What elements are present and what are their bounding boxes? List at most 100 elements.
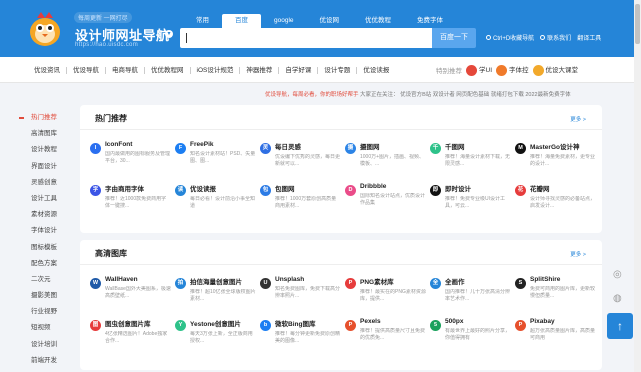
site-card[interactable]: D Dribbble 国际知名设计站点，优质设计作品集 (345, 183, 430, 215)
brand-link-font[interactable]: 字体控 (496, 64, 529, 76)
site-name[interactable]: 即时设计 (445, 183, 511, 193)
site-card[interactable]: P Pixabay 超万张高质量图片库，高质量可商用 (515, 318, 600, 350)
site-name[interactable]: 全画作 (445, 276, 511, 286)
site-card[interactable]: 摄摄图网 1000万+图片，插画、视频、模板、... (345, 141, 430, 173)
site-name[interactable]: FreePik (190, 141, 256, 148)
sidebar-item-ui[interactable]: 界面设计 (24, 159, 76, 175)
site-card[interactable]: 花花瓣网 设计师寻找灵感的必备站点，启发设计... (515, 183, 600, 215)
site-name[interactable]: MasterGo设计神 (530, 141, 596, 151)
site-name[interactable]: 拍信海量创意图片 (190, 276, 256, 286)
translate-link[interactable]: 翻译工具 (577, 33, 601, 42)
site-name[interactable]: IconFont (105, 141, 171, 148)
back-to-top-button[interactable]: ↑ (607, 313, 633, 339)
bookmark-link[interactable]: Ctrl+D收藏导航 (486, 33, 534, 42)
brand-link-class[interactable]: 优设大课堂 (532, 64, 578, 76)
site-logo-icon: Y (175, 320, 186, 331)
nav-item-ecommerce[interactable]: 电商导航 (106, 66, 145, 74)
tab-baidu[interactable]: 百度 (222, 14, 261, 28)
site-card[interactable]: M MasterGo设计神 推荐！海量免费素材，更专业的设计... (515, 141, 600, 173)
site-name[interactable]: 微软Bing图库 (275, 318, 341, 328)
site-name[interactable]: Pixabay (530, 318, 596, 325)
contact-link[interactable]: 联系我们 (540, 33, 571, 42)
tab-free-fonts[interactable]: 免费字体 (404, 14, 456, 28)
site-card[interactable]: P PNG素材库 推荐！最实在的PNG素材资源库，提供... (345, 276, 430, 308)
tab-google[interactable]: google (261, 14, 307, 28)
sidebar-item-colors[interactable]: 配色方案 (24, 256, 76, 272)
site-card[interactable]: 包包图网 推荐！1000万套原创高质量商用素材... (260, 183, 345, 215)
site-card[interactable]: 字字由商用字体 推荐！近1000款免费商用字体一键搜... (90, 183, 175, 215)
sidebar-item-industry[interactable]: 行业视野 (24, 304, 76, 320)
chevron-down-icon[interactable]: ▾ (165, 30, 173, 38)
nav-item-tools[interactable]: 神器推荐 (240, 66, 280, 74)
notice-links[interactable]: 大家正在关注： 优设官方B站 双设计者 网页配色基础 就绪打包下载 2022最新… (360, 92, 571, 98)
nav-item-topics[interactable]: 设计专题 (318, 66, 358, 74)
sidebar-item-icons[interactable]: 图标模板 (24, 240, 76, 256)
site-name[interactable]: Unsplash (275, 276, 341, 283)
site-name[interactable]: WallHaven (105, 276, 171, 283)
brand-link-ui[interactable]: 学UI (466, 64, 492, 76)
site-card[interactable]: U Unsplash 知名免费图库，免费下载高分辨率照片... (260, 276, 345, 308)
site-card[interactable]: 即即时设计 推荐！免费专业级UI设计工具，可云... (430, 183, 515, 215)
sidebar-item-anime[interactable]: 二次元 (24, 272, 76, 288)
tab-youyou[interactable]: 优优教程 (352, 14, 404, 28)
sidebar-item-video[interactable]: 短视频 (24, 320, 76, 336)
tab-uisdc[interactable]: 优设网 (307, 14, 353, 28)
sidebar-item-training[interactable]: 设计培训 (24, 337, 76, 353)
mascot-logo-icon[interactable] (27, 10, 63, 48)
tab-common[interactable]: 常用 (183, 14, 222, 28)
site-card[interactable]: I IconFont 国内最做用的图标服务及管理平台，30... (90, 141, 175, 173)
scrollbar-thumb[interactable] (635, 4, 640, 44)
site-name[interactable]: Pexels (360, 318, 426, 325)
site-name[interactable]: 图虫创意图片库 (105, 318, 171, 328)
sidebar-item-photos[interactable]: 高清图库 (24, 126, 76, 142)
nav-item-ios[interactable]: iOS设计规范 (191, 66, 241, 74)
sidebar-item-photography[interactable]: 摄影美图 (24, 288, 76, 304)
nav-item-tutorials[interactable]: 优优教程网 (145, 66, 191, 74)
site-name[interactable]: 包图网 (275, 183, 341, 193)
site-card[interactable]: P Pexels 推荐！提供高质量尺寸且免费的优质免... (345, 318, 430, 350)
site-description: 国际知名设计站点，优质设计作品集 (360, 193, 426, 206)
nav-item-nav[interactable]: 优设导航 (67, 66, 106, 74)
site-card[interactable]: F FreePik 知名设计素材站！PSD、矢量图、图... (175, 141, 260, 173)
site-card[interactable]: 图图虫创意图片库 4亿张精选图片！Adobe独家合作... (90, 318, 175, 350)
weibo-icon[interactable]: ◎ (613, 269, 622, 280)
site-name[interactable]: 500px (445, 318, 511, 325)
sidebar-item-fonts[interactable]: 字体设计 (24, 223, 76, 239)
sidebar-item-tools[interactable]: 设计工具 (24, 191, 76, 207)
sidebar-item-hot[interactable]: 热门推荐 (19, 110, 76, 126)
nav-item-courses[interactable]: 自学好课 (279, 66, 319, 74)
site-name[interactable]: 字由商用字体 (105, 183, 171, 193)
wechat-icon[interactable]: ◍ (613, 293, 622, 304)
site-card[interactable]: 灵每日灵感 优设编下优秀的灵感，每日更新就可以... (260, 141, 345, 173)
site-name[interactable]: 摄图网 (360, 141, 426, 151)
notice-highlight[interactable]: 优设导航，每周必看，你的职场好帮手 (265, 92, 359, 98)
site-card[interactable]: 千千图网 推荐！海量设计素材下载，无限灵感... (430, 141, 515, 173)
nav-item-reading[interactable]: 优设读报 (357, 67, 395, 74)
site-name[interactable]: 千图网 (445, 141, 511, 151)
site-name[interactable]: 每日灵感 (275, 141, 341, 151)
search-input[interactable] (180, 28, 436, 48)
site-name[interactable]: Dribbble (360, 183, 426, 190)
more-link[interactable]: 更多 > (570, 115, 586, 123)
site-name[interactable]: SplitShire (530, 276, 596, 283)
site-card[interactable]: S SplitShire 免费可商用的图片库，更新较慢但质量... (515, 276, 600, 308)
sidebar-item-inspiration[interactable]: 灵感创意 (24, 175, 76, 191)
site-card[interactable]: 拍拍信海量创意图片 推荐！超10亿张全球版权图片素材... (175, 276, 260, 308)
site-name[interactable]: 优设读报 (190, 183, 256, 193)
site-card[interactable]: W WallHaven WallBase国外大美图系，极速高质壁纸... (90, 276, 175, 308)
nav-item-news[interactable]: 优设资讯 (28, 66, 67, 74)
site-card[interactable]: Y Yestone创意图片 每天3万张上新，全正版商用授权... (175, 318, 260, 350)
site-card[interactable]: 全全画作 国内推荐！几十万张高清分辨率艺术作... (430, 276, 515, 308)
sidebar-item-frontend[interactable]: 前端开发 (24, 353, 76, 369)
site-card[interactable]: 读优设读报 每日必看！设计前沿小事全知道 (175, 183, 260, 215)
more-link[interactable]: 更多 > (570, 250, 586, 258)
site-card[interactable]: 5 500px 有最世界上最好的照片分享，你值得拥有 (430, 318, 515, 350)
sidebar-item-assets[interactable]: 素材资源 (24, 207, 76, 223)
site-name[interactable]: 花瓣网 (530, 183, 596, 193)
search-button[interactable]: 百度一下 (432, 28, 476, 48)
sidebar-item-tutorials[interactable]: 设计教程 (24, 142, 76, 158)
site-card[interactable]: b 微软Bing图库 推荐！每分钟更新免费原创精美的图像... (260, 318, 345, 350)
site-name[interactable]: Yestone创意图片 (190, 318, 256, 328)
scrollbar[interactable] (634, 0, 641, 372)
site-name[interactable]: PNG素材库 (360, 276, 426, 286)
